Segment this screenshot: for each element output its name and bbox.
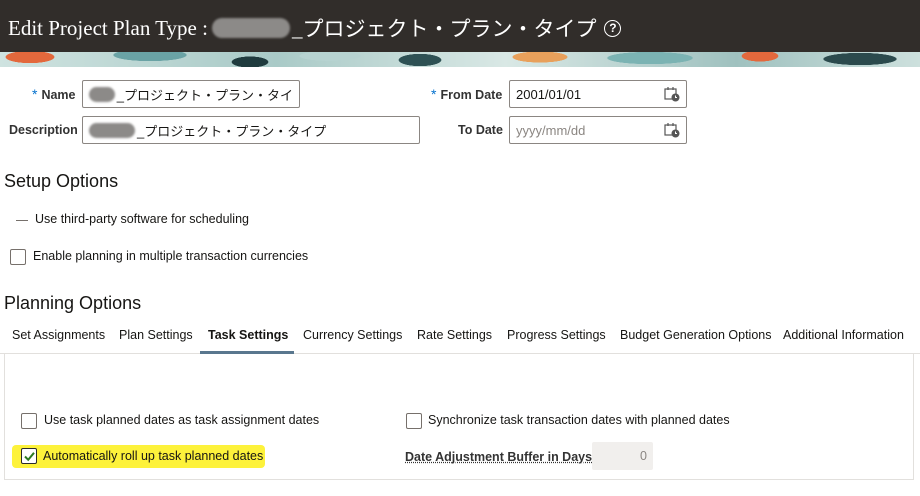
required-marker: * [431, 86, 437, 102]
rollup-label: Automatically roll up task planned dates [43, 449, 264, 463]
calendar-icon[interactable] [664, 86, 680, 102]
name-field[interactable]: _プロジェクト・プラン・タイ [82, 80, 300, 108]
checkbox-indeterminate [16, 220, 28, 221]
sync-dates-checkbox[interactable] [406, 413, 422, 429]
name-value: _プロジェクト・プラン・タイ [116, 87, 293, 103]
tab-set-assignments[interactable]: Set Assignments [12, 328, 105, 342]
redacted-text [89, 122, 135, 138]
name-label: * Name [32, 86, 76, 102]
tab-currency-settings[interactable]: Currency Settings [303, 328, 402, 342]
page-title-suffix: _プロジェクト・プラン・タイプ [291, 17, 597, 41]
tab-progress-settings[interactable]: Progress Settings [507, 328, 606, 342]
from-date-label: * From Date [431, 86, 502, 102]
page-title-prefix: Edit Project Plan Type : [8, 15, 208, 40]
checkmark-icon [24, 452, 35, 462]
rollup-checkbox[interactable] [21, 448, 37, 464]
page-header: Edit Project Plan Type : _プロジェクト・プラン・タイプ… [0, 0, 920, 52]
from-date-label-text: From Date [440, 88, 503, 102]
help-icon[interactable]: ? [604, 19, 622, 37]
planning-tabs: Set Assignments Plan Settings Task Setti… [0, 322, 920, 354]
description-field[interactable]: _プロジェクト・プラン・タイプ [82, 116, 420, 144]
multi-currency-checkbox[interactable] [10, 249, 26, 265]
tab-rate-settings[interactable]: Rate Settings [417, 328, 492, 342]
to-date-label: To Date [458, 123, 503, 137]
use-task-dates-label: Use task planned dates as task assignmen… [44, 413, 320, 427]
decorative-banner [0, 52, 920, 67]
tab-plan-settings[interactable]: Plan Settings [119, 328, 193, 342]
redacted-text [211, 18, 290, 38]
calendar-icon[interactable] [664, 122, 680, 138]
to-date-placeholder: yyyy/mm/dd [516, 122, 586, 138]
to-date-field[interactable]: yyyy/mm/dd [509, 116, 687, 144]
tab-budget-generation-options[interactable]: Budget Generation Options [620, 328, 772, 342]
from-date-field[interactable]: 2001/01/01 [509, 80, 687, 108]
description-label: Description [9, 123, 78, 137]
required-marker: * [32, 86, 38, 102]
name-label-text: Name [41, 88, 76, 102]
buffer-days-label: Date Adjustment Buffer in Days [405, 450, 593, 464]
tab-additional-information[interactable]: Additional Information [783, 328, 904, 342]
description-value: _プロジェクト・プラン・タイプ [137, 123, 327, 139]
planning-options-title: Planning Options [4, 293, 142, 313]
use-task-dates-checkbox[interactable] [21, 413, 37, 429]
redacted-text [89, 86, 115, 102]
sync-dates-label: Synchronize task transaction dates with … [428, 413, 730, 427]
buffer-days-field: 0 [592, 442, 653, 470]
page-title: Edit Project Plan Type : _プロジェクト・プラン・タイプ… [8, 13, 622, 43]
third-party-scheduling-label: Use third-party software for scheduling [35, 212, 249, 226]
multi-currency-label: Enable planning in multiple transaction … [33, 249, 309, 263]
from-date-value: 2001/01/01 [516, 86, 582, 102]
setup-options-title: Setup Options [4, 171, 119, 191]
tab-task-settings[interactable]: Task Settings [208, 328, 288, 342]
